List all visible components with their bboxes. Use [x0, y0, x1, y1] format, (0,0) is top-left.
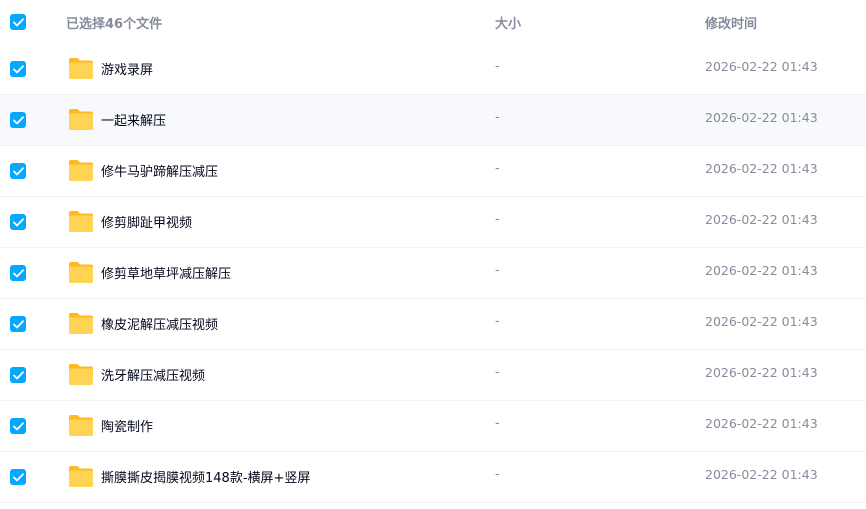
file-name[interactable]: 撕膜撕皮揭膜视频148款-横屏+竖屏 [101, 467, 310, 486]
check-icon [12, 166, 24, 175]
file-mtime: 2026-02-22 01:43 [705, 467, 818, 482]
file-name[interactable]: 游戏录屏 [101, 59, 153, 78]
table-row[interactable]: 洗牙解压减压视频 - 2026-02-22 01:43 [0, 350, 866, 401]
check-icon [12, 64, 24, 73]
row-checkbox[interactable] [10, 418, 26, 434]
list-header: 已选择46个文件 大小 修改时间 [0, 0, 866, 44]
file-mtime: 2026-02-22 01:43 [705, 314, 818, 329]
file-size: - [495, 161, 500, 176]
row-checkbox[interactable] [10, 112, 26, 128]
file-mtime: 2026-02-22 01:43 [705, 59, 818, 74]
row-checkbox[interactable] [10, 367, 26, 383]
table-row[interactable]: 游戏录屏 - 2026-02-22 01:43 [0, 44, 866, 95]
check-icon [12, 370, 24, 379]
file-mtime: 2026-02-22 01:43 [705, 365, 818, 380]
folder-icon [69, 364, 93, 385]
file-mtime: 2026-02-22 01:43 [705, 161, 818, 176]
folder-icon [69, 262, 93, 283]
folder-icon [69, 313, 93, 334]
row-checkbox[interactable] [10, 316, 26, 332]
table-row[interactable]: 一起来解压 - 2026-02-22 01:43 [0, 95, 866, 146]
row-checkbox[interactable] [10, 214, 26, 230]
table-row[interactable]: 撕膜撕皮揭膜视频148款-横屏+竖屏 - 2026-02-22 01:43 [0, 452, 866, 503]
folder-icon [69, 211, 93, 232]
table-row[interactable]: 橡皮泥解压减压视频 - 2026-02-22 01:43 [0, 299, 866, 350]
file-name[interactable]: 橡皮泥解压减压视频 [101, 314, 218, 333]
size-column-header[interactable]: 大小 [495, 13, 521, 32]
file-size: - [495, 59, 500, 74]
check-icon [12, 472, 24, 481]
check-icon [12, 268, 24, 277]
file-size: - [495, 416, 500, 431]
row-checkbox[interactable] [10, 265, 26, 281]
file-mtime: 2026-02-22 01:43 [705, 212, 818, 227]
file-size: - [495, 365, 500, 380]
file-name[interactable]: 修剪脚趾甲视频 [101, 212, 192, 231]
folder-icon [69, 160, 93, 181]
file-size: - [495, 314, 500, 329]
table-row[interactable]: 修剪草地草坪减压解压 - 2026-02-22 01:43 [0, 248, 866, 299]
folder-icon [69, 466, 93, 487]
row-checkbox[interactable] [10, 61, 26, 77]
selection-count-label: 已选择46个文件 [66, 17, 163, 32]
table-row[interactable]: 修剪脚趾甲视频 - 2026-02-22 01:43 [0, 197, 866, 248]
select-all-checkbox[interactable] [10, 14, 26, 30]
mtime-column-header[interactable]: 修改时间 [705, 13, 757, 32]
table-row[interactable]: 修牛马驴蹄解压减压 - 2026-02-22 01:43 [0, 146, 866, 197]
file-size: - [495, 263, 500, 278]
folder-icon [69, 109, 93, 130]
row-checkbox[interactable] [10, 469, 26, 485]
file-name[interactable]: 一起来解压 [101, 110, 166, 129]
check-icon [12, 17, 24, 26]
file-name[interactable]: 陶瓷制作 [101, 416, 153, 435]
folder-icon [69, 58, 93, 79]
file-name[interactable]: 洗牙解压减压视频 [101, 365, 205, 384]
file-size: - [495, 467, 500, 482]
file-mtime: 2026-02-22 01:43 [705, 263, 818, 278]
check-icon [12, 217, 24, 226]
file-mtime: 2026-02-22 01:43 [705, 110, 818, 125]
folder-icon [69, 415, 93, 436]
row-checkbox[interactable] [10, 163, 26, 179]
file-size: - [495, 110, 500, 125]
file-list: 已选择46个文件 大小 修改时间 游戏录屏 - 2026-02-22 01:43… [0, 0, 866, 509]
check-icon [12, 421, 24, 430]
table-row[interactable]: 陶瓷制作 - 2026-02-22 01:43 [0, 401, 866, 452]
file-name[interactable]: 修牛马驴蹄解压减压 [101, 161, 218, 180]
file-mtime: 2026-02-22 01:43 [705, 416, 818, 431]
file-size: - [495, 212, 500, 227]
check-icon [12, 115, 24, 124]
file-name[interactable]: 修剪草地草坪减压解压 [101, 263, 231, 282]
check-icon [12, 319, 24, 328]
